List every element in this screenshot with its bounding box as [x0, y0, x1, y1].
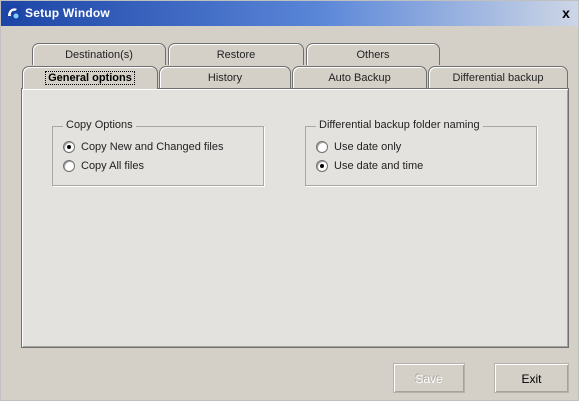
- save-button[interactable]: Save: [393, 363, 465, 393]
- tab-panel-general-options: Copy Options Copy New and Changed files …: [21, 88, 569, 348]
- tab-history[interactable]: History: [159, 66, 291, 88]
- radio-use-date-and-time[interactable]: Use date and time: [316, 158, 423, 174]
- radio-button-icon: [316, 160, 328, 172]
- radio-button-icon: [63, 160, 75, 172]
- tab-history-label: History: [207, 72, 243, 84]
- tab-differential-backup[interactable]: Differential backup: [428, 66, 568, 88]
- tab-differential-backup-label: Differential backup: [452, 72, 544, 84]
- tab-auto-backup[interactable]: Auto Backup: [292, 66, 427, 88]
- tab-others[interactable]: Others: [306, 43, 440, 65]
- diff-naming-legend: Differential backup folder naming: [316, 119, 483, 131]
- tab-general-options[interactable]: General options: [22, 66, 158, 89]
- radio-copy-new-changed[interactable]: Copy New and Changed files: [63, 139, 223, 155]
- diff-naming-group: Differential backup folder naming Use da…: [305, 119, 537, 186]
- exit-button[interactable]: Exit: [494, 363, 569, 393]
- radio-copy-all[interactable]: Copy All files: [63, 158, 144, 174]
- copy-options-group: Copy Options Copy New and Changed files …: [52, 119, 264, 186]
- tab-destinations[interactable]: Destination(s): [32, 43, 166, 65]
- radio-button-icon: [316, 141, 328, 153]
- window-title: Setup Window: [25, 6, 110, 20]
- copy-options-legend: Copy Options: [63, 119, 136, 131]
- radio-copy-new-changed-label: Copy New and Changed files: [81, 141, 224, 153]
- radio-use-date-only-label: Use date only: [334, 141, 402, 153]
- radio-use-date-and-time-label: Use date and time: [334, 160, 424, 172]
- radio-button-icon: [63, 141, 75, 153]
- title-bar[interactable]: Setup Window x: [1, 1, 578, 26]
- radio-copy-all-label: Copy All files: [81, 160, 144, 172]
- tab-others-label: Others: [356, 49, 390, 61]
- close-button[interactable]: x: [558, 5, 574, 21]
- tab-destinations-label: Destination(s): [65, 49, 133, 61]
- tab-general-options-label: General options: [45, 71, 135, 85]
- tab-auto-backup-label: Auto Backup: [328, 72, 391, 84]
- app-icon: [5, 5, 21, 21]
- tab-restore[interactable]: Restore: [168, 43, 304, 65]
- radio-use-date-only[interactable]: Use date only: [316, 139, 401, 155]
- setup-window: Setup Window x Destination(s) Restore Ot…: [0, 0, 579, 401]
- tab-restore-label: Restore: [216, 49, 256, 61]
